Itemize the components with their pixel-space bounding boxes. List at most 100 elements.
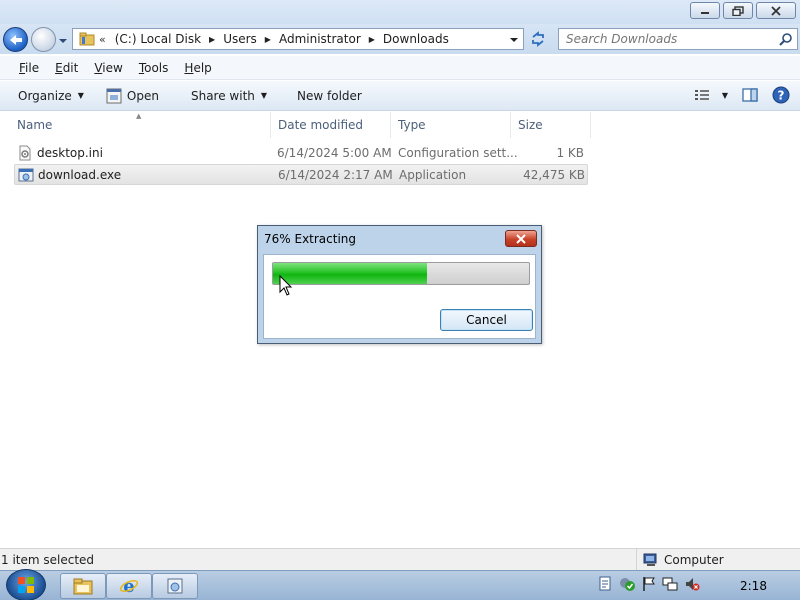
close-icon: [771, 5, 781, 16]
forward-button[interactable]: [31, 27, 56, 52]
search-box[interactable]: [558, 28, 798, 50]
location-label: Computer: [664, 553, 724, 567]
mouse-pointer-icon: [279, 275, 293, 296]
details-view-icon: [694, 90, 709, 100]
breadcrumb-separator-icon[interactable]: ▶: [265, 35, 271, 44]
taskbar-explorer-button[interactable]: [60, 573, 106, 599]
file-type: Configuration sett...: [398, 146, 518, 160]
new-folder-button[interactable]: New folder: [289, 84, 370, 108]
taskbar-ie-button[interactable]: e: [106, 573, 152, 599]
progress-fill: [273, 263, 427, 284]
window-controls: [690, 2, 796, 19]
column-header-size[interactable]: Size: [512, 112, 591, 138]
back-button[interactable]: [3, 27, 28, 52]
breadcrumb-separator-icon[interactable]: ▶: [209, 35, 215, 44]
dialog-body: Cancel: [263, 254, 536, 339]
organize-button[interactable]: Organize ▼: [10, 84, 92, 108]
menu-view[interactable]: View: [86, 61, 130, 75]
column-header-name[interactable]: Name: [11, 112, 271, 138]
application-icon: [18, 168, 34, 182]
volume-muted-icon[interactable]: [684, 576, 700, 592]
breadcrumb-separator-icon[interactable]: ▶: [369, 35, 375, 44]
file-row-desktop-ini[interactable]: desktop.ini 6/14/2024 5:00 AM Configurat…: [14, 143, 588, 164]
selection-status: 1 item selected: [1, 553, 95, 567]
column-header-date-modified[interactable]: Date modified: [272, 112, 391, 138]
breadcrumb-item-downloads[interactable]: Downloads: [383, 32, 449, 46]
address-dropdown-icon[interactable]: [509, 36, 519, 44]
menu-help-label: elp: [193, 60, 212, 75]
extraction-progress-bar: [272, 262, 530, 285]
file-size: 1 KB: [556, 146, 584, 160]
menu-edit-label: dit: [62, 60, 79, 75]
menu-file[interactable]: File: [11, 61, 47, 75]
search-input[interactable]: [566, 32, 766, 46]
computer-icon: [643, 553, 657, 566]
installer-icon: [167, 578, 183, 594]
restore-icon: [732, 5, 744, 16]
file-date: 6/14/2024 5:00 AM: [277, 146, 392, 160]
menu-edit-accel: E: [55, 60, 63, 75]
network-icon[interactable]: [662, 576, 678, 592]
windows-logo-icon: [18, 577, 34, 593]
share-with-label: Share with: [190, 88, 255, 103]
status-bar: 1 item selected Computer: [0, 548, 800, 571]
menu-tools[interactable]: Tools: [131, 61, 177, 75]
menu-help[interactable]: Help: [176, 61, 219, 75]
search-icon[interactable]: [779, 32, 793, 46]
file-row-download-exe[interactable]: download.exe 6/14/2024 2:17 AM Applicati…: [14, 164, 588, 185]
file-date: 6/14/2024 2:17 AM: [278, 168, 393, 182]
extracting-dialog: 76% Extracting Cancel: [257, 225, 542, 344]
internet-explorer-icon: e: [119, 576, 139, 596]
organize-label: Organize: [18, 88, 72, 103]
file-name: desktop.ini: [37, 146, 103, 160]
address-bar[interactable]: « (C:) Local Disk ▶ Users ▶ Administrato…: [72, 28, 524, 50]
change-view-button[interactable]: ▼: [694, 89, 728, 101]
breadcrumb-item-local-disk[interactable]: (C:) Local Disk: [115, 32, 201, 46]
menu-file-label: ile: [25, 60, 40, 75]
menu-bar: File Edit View Tools Help: [0, 56, 800, 80]
dialog-close-button[interactable]: [505, 230, 537, 247]
column-header-type[interactable]: Type: [392, 112, 511, 138]
open-label: Open: [126, 88, 159, 103]
share-with-button[interactable]: Share with ▼: [183, 84, 275, 108]
recent-pages-button[interactable]: [58, 34, 68, 44]
close-icon: [516, 233, 526, 244]
location-zone: Computer: [636, 549, 724, 571]
cancel-button[interactable]: Cancel: [440, 309, 533, 331]
start-button[interactable]: [6, 569, 46, 600]
maximize-button[interactable]: [723, 2, 753, 19]
refresh-button[interactable]: [527, 28, 549, 50]
new-folder-label: New folder: [297, 88, 362, 103]
taskbar-clock: 2:18: [740, 579, 767, 593]
breadcrumb-item-administrator[interactable]: Administrator: [279, 32, 361, 46]
column-header-row: ▲ Name Date modified Type Size: [0, 112, 800, 138]
folder-icon: [79, 32, 95, 46]
navigation-bar: « (C:) Local Disk ▶ Users ▶ Administrato…: [0, 24, 800, 54]
action-center-doc-icon[interactable]: [598, 576, 612, 592]
file-size: 42,475 KB: [523, 168, 585, 182]
security-check-icon[interactable]: [618, 576, 636, 592]
view-controls: ▼ ?: [694, 86, 790, 104]
taskbar-installer-button[interactable]: [152, 573, 198, 599]
minimize-button[interactable]: [690, 2, 720, 19]
command-bar: Organize ▼ Open Share with ▼ New folder …: [0, 81, 800, 111]
close-window-button[interactable]: [756, 2, 796, 19]
menu-edit[interactable]: Edit: [47, 61, 86, 75]
open-app-icon: [106, 88, 122, 103]
system-tray: [598, 576, 700, 592]
settings-file-icon: [19, 145, 31, 161]
windows-explorer-icon: [73, 578, 93, 595]
open-button[interactable]: Open: [98, 84, 167, 108]
file-type: Application: [399, 168, 467, 182]
flag-icon[interactable]: [642, 576, 656, 592]
breadcrumb-item-users[interactable]: Users: [223, 32, 257, 46]
dialog-title: 76% Extracting: [264, 232, 357, 246]
breadcrumb-overflow[interactable]: «: [99, 33, 106, 46]
title-bar: [0, 0, 800, 24]
refresh-icon: [532, 31, 544, 47]
svg-text:e: e: [123, 576, 134, 596]
help-icon[interactable]: ?: [772, 86, 790, 104]
chevron-down-icon: ▼: [260, 91, 268, 100]
preview-pane-icon[interactable]: [742, 88, 758, 102]
minimize-icon: [701, 11, 709, 14]
